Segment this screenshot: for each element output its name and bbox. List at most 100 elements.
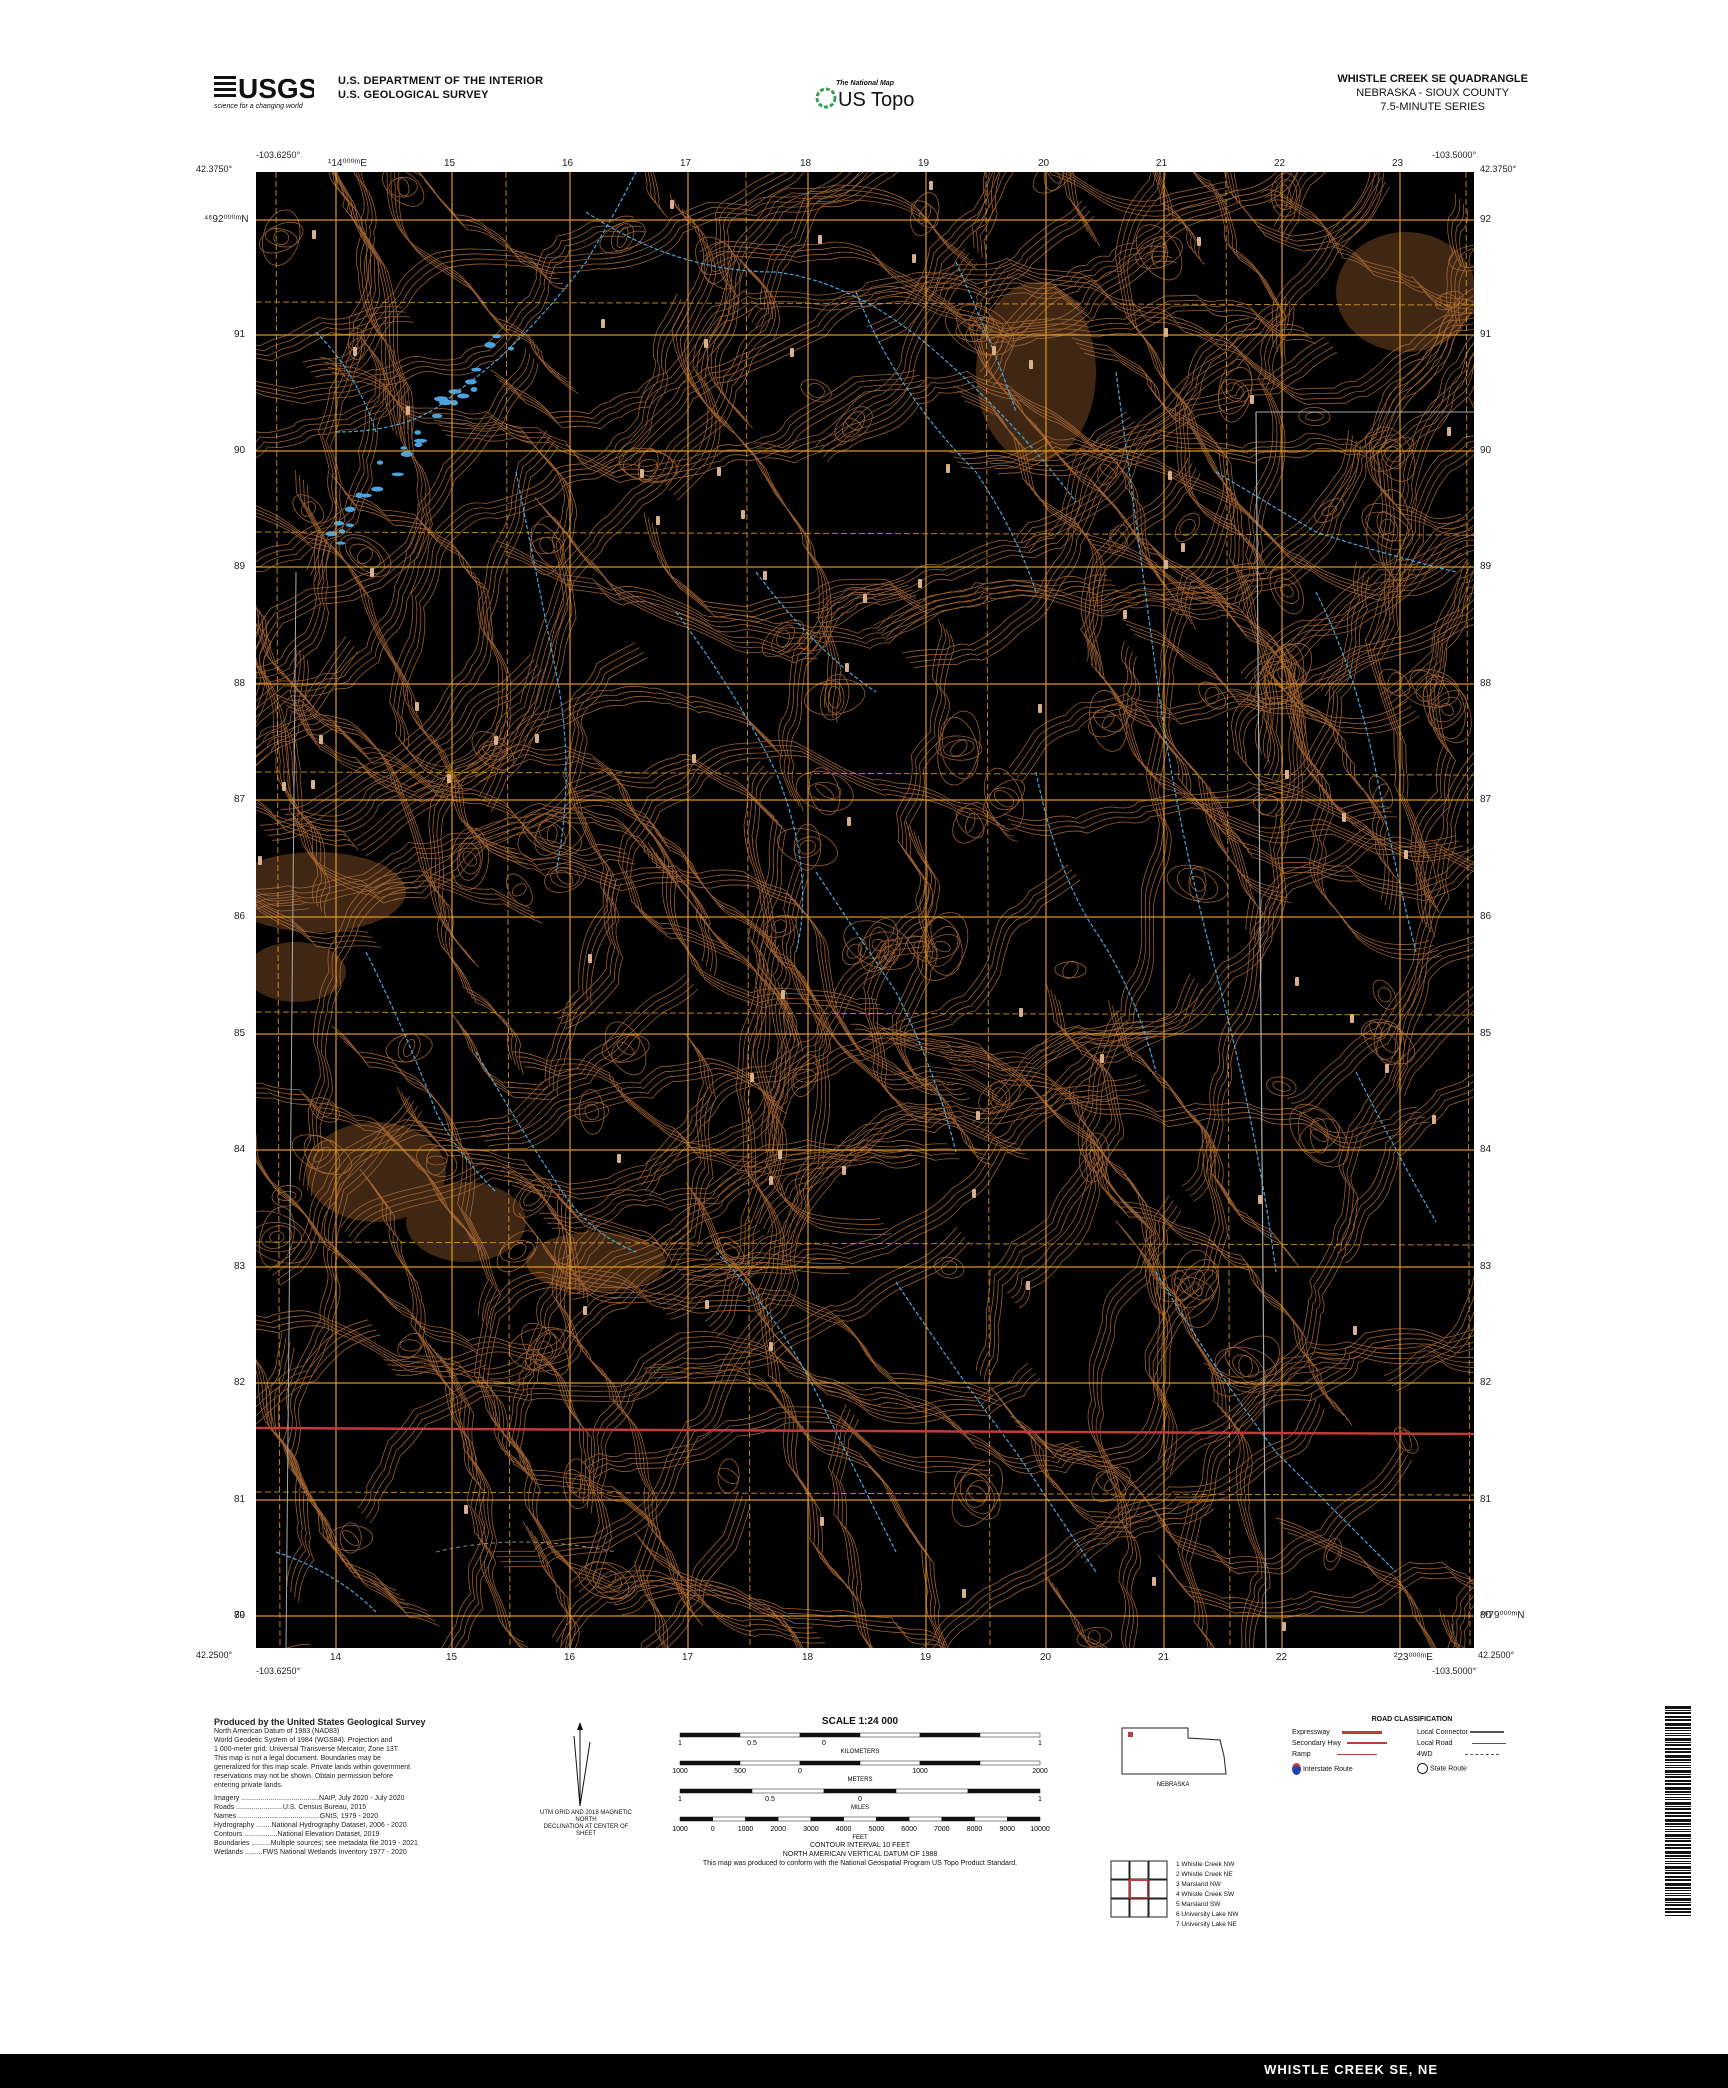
barcode-bar xyxy=(1665,1823,1691,1825)
scale-label: 0 xyxy=(822,1740,826,1747)
contour-line xyxy=(515,1230,821,1639)
barcode-bar xyxy=(1665,1908,1691,1910)
elevation-label xyxy=(353,347,357,356)
hill-contour xyxy=(1321,505,1338,516)
elevation-label xyxy=(535,734,539,743)
road-classification: ROAD CLASSIFICATION Expressway Secondary… xyxy=(1292,1716,1532,1775)
elevation-label xyxy=(601,319,605,328)
contour-line xyxy=(269,1337,432,1617)
contour-line xyxy=(753,248,966,449)
elevation-label xyxy=(763,571,767,580)
elevation-label xyxy=(1258,1195,1262,1204)
contour-line xyxy=(655,1379,988,1776)
barcode-bar xyxy=(1665,1861,1691,1862)
grid-tick-label: 91 xyxy=(1480,329,1492,340)
hill-contour xyxy=(1253,794,1284,817)
elevation-label xyxy=(1350,1014,1354,1023)
barcode-bar xyxy=(1665,1794,1691,1795)
department-heading: U.S. DEPARTMENT OF THE INTERIOR U.S. GEO… xyxy=(338,74,543,102)
usgs-tagline: science for a changing world xyxy=(214,103,304,110)
scale-segment xyxy=(859,1732,921,1738)
elevation-label xyxy=(311,780,315,789)
contour-line xyxy=(901,429,1390,654)
contour-line xyxy=(765,864,1069,1221)
scale-label: 1000 xyxy=(672,1826,688,1833)
corner-bl-lon: -103.6250° xyxy=(256,1666,301,1676)
hill-contour xyxy=(262,209,301,266)
corner-br-lat: 42.2500° xyxy=(1478,1650,1515,1660)
water-body xyxy=(465,379,477,385)
grid-tick-label: 16 xyxy=(564,1652,576,1663)
adjoining-quad: 2 Whistle Creek NE xyxy=(1176,1871,1233,1878)
barcode-bar xyxy=(1665,1902,1691,1903)
hill-contour xyxy=(965,813,976,833)
grid-tick-label: 85 xyxy=(1480,1028,1492,1039)
contour-line xyxy=(823,380,1466,596)
contour-line xyxy=(265,1332,428,1612)
barcode-bar xyxy=(1665,1895,1691,1896)
hill-contour xyxy=(345,537,385,574)
elevation-label xyxy=(863,594,867,603)
water-body xyxy=(471,367,482,372)
barcode-bar xyxy=(1665,1755,1691,1758)
hill-contour xyxy=(1174,512,1201,542)
barcode-bar xyxy=(1665,1851,1691,1854)
contour-line xyxy=(1095,595,1434,950)
elevation-label xyxy=(1432,1115,1436,1124)
topographic-map[interactable] xyxy=(0,0,1728,2088)
road-state-route: State Route xyxy=(1429,1765,1467,1773)
section-line xyxy=(255,531,1475,536)
contour-line xyxy=(394,77,575,390)
declination-diagram: UTM GRID AND 2018 MAGNETIC NORTH DECLINA… xyxy=(540,1716,632,1837)
produced-by: Produced by the United States Geological… xyxy=(214,1717,426,1727)
barcode-bar xyxy=(1665,1738,1691,1741)
road-interstate: Interstate Route xyxy=(1302,1765,1353,1773)
grid-tick-label: 81 xyxy=(1480,1494,1492,1505)
scale-label: 4000 xyxy=(836,1826,852,1833)
hill-contour xyxy=(807,781,842,801)
corner-bl-lat: 42.2500° xyxy=(196,1650,233,1660)
contour-line xyxy=(677,203,838,719)
stream xyxy=(1155,1271,1397,1573)
grid-tick-label: 15 xyxy=(446,1652,458,1663)
contour-line xyxy=(1345,1086,1688,1341)
us-topo-logo: The National Map US Topo xyxy=(814,76,924,112)
adjoining-quadrangles: 1 Whistle Creek NW 2 Whistle Creek NE 3 … xyxy=(1110,1860,1300,2010)
grid-tick-label: 88 xyxy=(234,678,246,689)
contour-line xyxy=(279,0,394,431)
grid-tick-label: 17 xyxy=(680,158,692,169)
water-body xyxy=(484,342,496,348)
elevation-label xyxy=(912,254,916,263)
contour-line xyxy=(1080,1278,1631,1559)
barcode-bar xyxy=(1665,1776,1691,1778)
scale-segment xyxy=(919,1760,981,1766)
scale-bars: 1 0.5 0 11000 500 0 1000 20001 0.5 0 11000 0 1000 200… xyxy=(672,1732,1050,1841)
source-line: Hydrography ........National Hydrography… xyxy=(214,1822,407,1829)
contour-line xyxy=(765,263,978,464)
grid-tick-label: 92 xyxy=(1480,214,1492,225)
contour-line xyxy=(237,230,647,405)
contour-line xyxy=(1273,0,1476,227)
hill-contour xyxy=(357,547,373,564)
scale-segment xyxy=(979,1760,1041,1766)
hill-contour xyxy=(1269,567,1304,615)
water-body xyxy=(434,396,448,402)
contour-line xyxy=(101,320,347,836)
contour-line xyxy=(622,745,1010,1043)
hill-contour xyxy=(1266,1076,1297,1097)
contour-line xyxy=(1392,966,1633,1368)
declination-line-1: UTM GRID AND 2018 MAGNETIC NORTH xyxy=(539,1810,632,1823)
barcode-bar xyxy=(1665,1858,1691,1859)
barcode-bar xyxy=(1665,1706,1691,1709)
hill-contour xyxy=(388,176,418,198)
contour-line xyxy=(1084,1283,1635,1564)
contour-line xyxy=(827,385,1470,601)
elevation-label xyxy=(918,579,922,588)
barcode-bar xyxy=(1665,1712,1691,1714)
contour-line xyxy=(503,550,1116,644)
scale-segment xyxy=(919,1732,981,1738)
elevation-label xyxy=(1295,977,1299,986)
hill-contour xyxy=(1373,1021,1405,1065)
scale-label: 6000 xyxy=(901,1826,917,1833)
road-secondary: Secondary Hwy xyxy=(1292,1740,1342,1747)
